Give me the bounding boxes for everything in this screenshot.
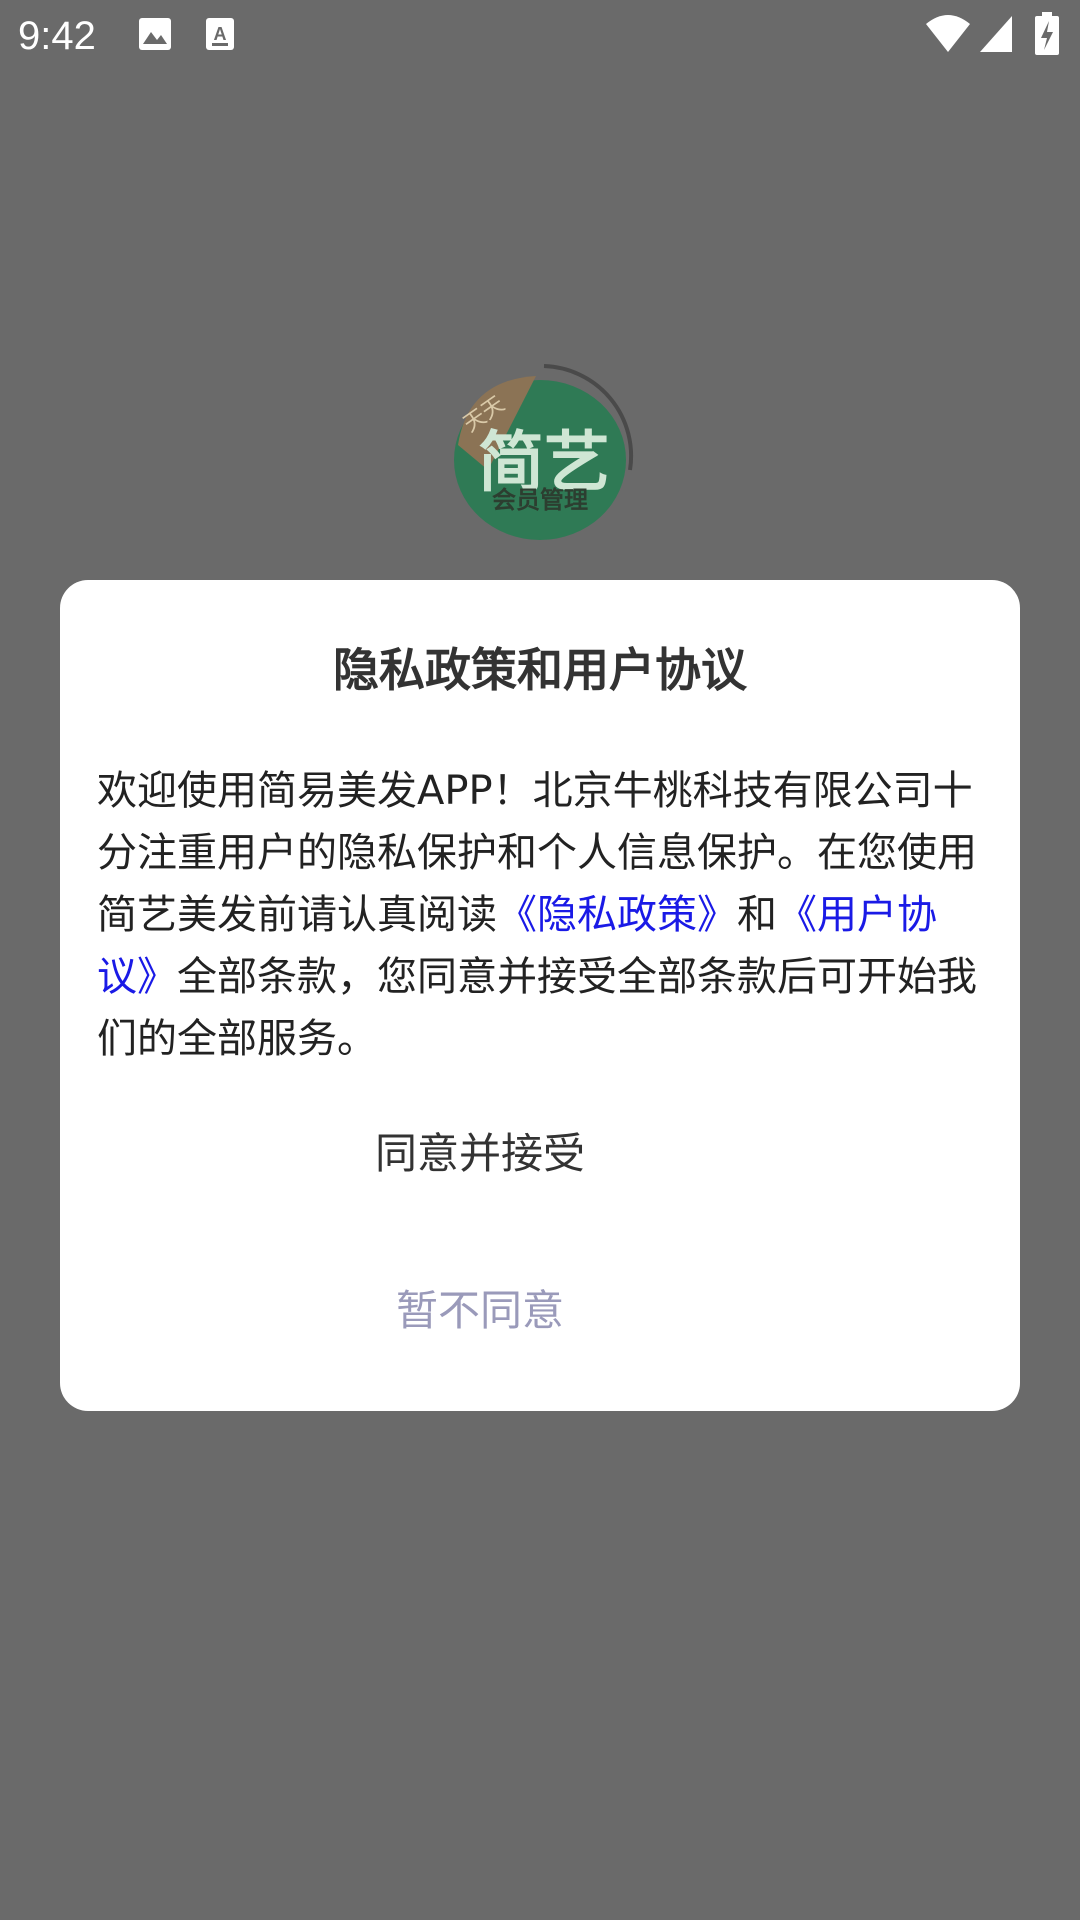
signal-icon: [978, 14, 1014, 58]
status-bar: 9:42 A: [0, 0, 1080, 72]
gallery-icon: [137, 16, 173, 56]
decline-button[interactable]: 暂不同意: [0, 1275, 960, 1347]
logo-subtitle: 会员管理: [492, 486, 588, 514]
status-time: 9:42: [18, 14, 96, 58]
dialog-body: 欢迎使用简易美发APP！北京牛桃科技有限公司十分注重用户的隐私保护和个人信息保护…: [97, 760, 987, 1070]
body-text-terms: 全部条款，您同意并接受全部条款后可开始我们的全部服务。: [97, 954, 977, 1062]
body-text-and: 和: [737, 892, 777, 938]
app-logo: 简艺 天天: [448, 360, 638, 550]
dialog-title: 隐私政策和用户协议: [333, 643, 747, 697]
wifi-icon: [925, 14, 971, 58]
accept-button[interactable]: 同意并接受: [0, 1118, 960, 1190]
privacy-policy-link[interactable]: 《隐私政策》: [497, 892, 737, 938]
svg-text:A: A: [214, 24, 227, 44]
battery-charging-icon: [1034, 12, 1060, 60]
keyboard-a-icon: A: [204, 16, 236, 56]
